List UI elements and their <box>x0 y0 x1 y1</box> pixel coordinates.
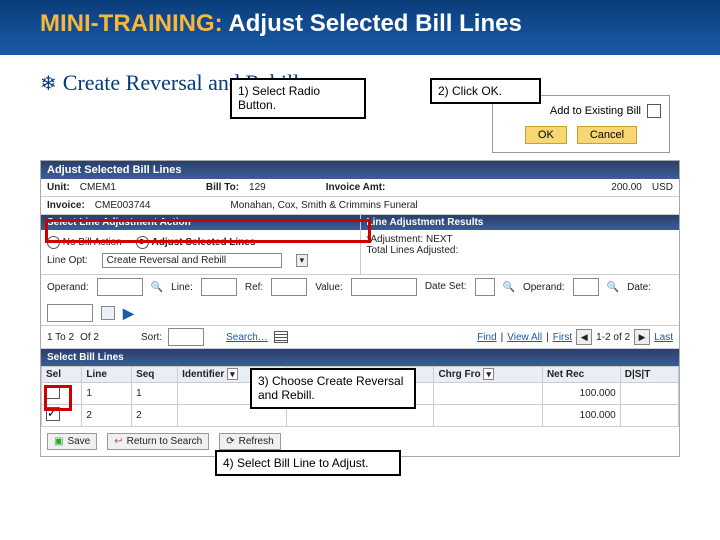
prev-icon[interactable]: ◀ <box>576 329 592 345</box>
row-select-checkbox[interactable] <box>46 385 60 399</box>
panel-select-action: Select Line Adjustment Action No Bill Ac… <box>41 215 361 274</box>
row-select-checkbox[interactable] <box>46 407 60 421</box>
next-icon[interactable]: ▶ <box>634 329 650 345</box>
value-input[interactable] <box>351 278 417 296</box>
callout-2: 2) Click OK. <box>430 78 541 104</box>
title-prefix: MINI-TRAINING: <box>40 10 223 37</box>
go-arrow-icon[interactable]: ▶ <box>123 305 134 322</box>
title-rest: Adjust Selected Bill Lines <box>223 10 522 37</box>
last-link[interactable]: Last <box>654 332 673 343</box>
save-icon: ▣ <box>54 436 63 447</box>
cancel-button[interactable]: Cancel <box>577 126 637 144</box>
snowflake-icon: ❄ <box>40 71 57 96</box>
panel-results: Line Adjustment Results *Adjustment: NEX… <box>361 215 680 274</box>
dateset-input[interactable] <box>475 278 495 296</box>
viewall-link[interactable]: View All <box>507 332 542 343</box>
radio-row: No Bill Action Adjust Selected Lines <box>47 234 354 251</box>
app-window: Adjust Selected Bill Lines Unit: CMEM1 B… <box>40 160 680 457</box>
ok-button[interactable]: OK <box>525 126 567 144</box>
ref-input[interactable] <box>271 278 307 296</box>
callout-4: 4) Select Bill Line to Adjust. <box>215 450 401 476</box>
radio-adjust-selected[interactable] <box>136 236 149 249</box>
line-input[interactable] <box>201 278 237 296</box>
search-link[interactable]: Search… <box>226 332 268 343</box>
app-titlebar: Adjust Selected Bill Lines <box>41 161 679 179</box>
pager-row: 1 To 2 Of 2 Sort: Search… Find | View Al… <box>41 326 679 349</box>
refresh-button[interactable]: ⟳Refresh <box>219 433 280 450</box>
info-row-2: Invoice: CME003744 Monahan, Cox, Smith &… <box>41 197 679 215</box>
return-icon: ↩ <box>114 436 122 447</box>
save-button[interactable]: ▣Save <box>47 433 97 450</box>
line-opt-select[interactable]: Create Reversal and Rebill <box>102 253 282 268</box>
chevron-down-icon[interactable]: ▾ <box>483 368 494 380</box>
info-row-1: Unit: CMEM1 Bill To: 129 Invoice Amt: 20… <box>41 179 679 197</box>
filter-row: Operand:🔍 Line: Ref: Value: Date Set:🔍 O… <box>41 275 679 326</box>
chevron-down-icon[interactable]: ▾ <box>296 254 309 267</box>
radio-no-action[interactable] <box>47 236 60 249</box>
calendar-icon[interactable] <box>101 306 115 320</box>
lookup-icon[interactable]: 🔍 <box>151 282 163 293</box>
slide-header: MINI-TRAINING: Adjust Selected Bill Line… <box>0 0 720 55</box>
return-to-search-button[interactable]: ↩Return to Search <box>107 433 209 450</box>
operand2-input[interactable] <box>573 278 599 296</box>
date-input[interactable] <box>47 304 93 322</box>
operand-input[interactable] <box>97 278 143 296</box>
callout-3: 3) Choose Create Reversal and Rebill. <box>250 368 416 409</box>
chevron-down-icon[interactable]: ▾ <box>227 368 238 380</box>
callout-1: 1) Select Radio Button. <box>230 78 366 119</box>
table-header-bar: Select Bill Lines <box>41 349 679 366</box>
lookup-icon[interactable]: 🔍 <box>607 282 619 293</box>
first-link[interactable]: First <box>553 332 572 343</box>
lookup-icon[interactable]: 🔍 <box>503 282 515 293</box>
sort-input[interactable] <box>168 328 204 346</box>
refresh-icon: ⟳ <box>226 436 234 447</box>
add-existing-checkbox[interactable] <box>647 104 661 118</box>
add-existing-label: Add to Existing Bill <box>550 105 641 117</box>
grid-icon[interactable] <box>274 331 288 343</box>
find-link[interactable]: Find <box>477 332 496 343</box>
